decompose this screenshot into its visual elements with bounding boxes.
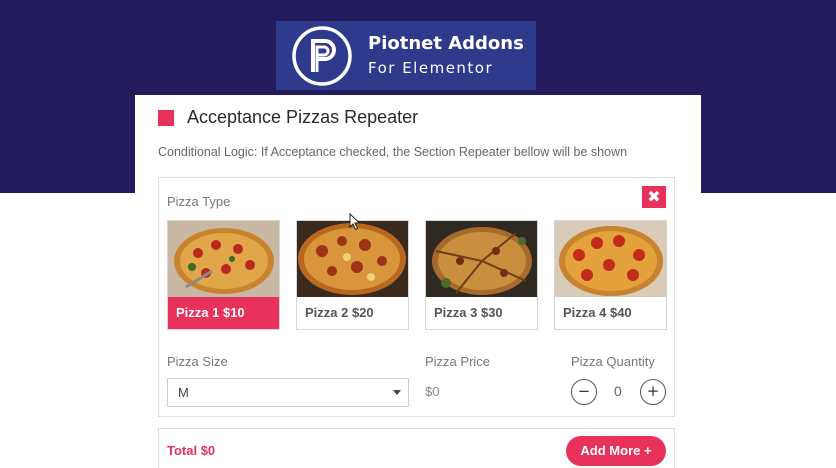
pizza-1-image	[168, 221, 279, 297]
heading-marker-icon	[158, 109, 174, 126]
pizza-price-value: $0	[425, 384, 440, 399]
pizza-price-label: Pizza Price	[425, 354, 491, 369]
brand-logo-block: Piotnet Addons For Elementor	[276, 21, 536, 90]
conditional-logic-note: Conditional Logic: If Acceptance checked…	[158, 145, 628, 159]
pizza-option-2[interactable]: Pizza 2 $20	[296, 220, 409, 330]
quantity-decrease-button[interactable]: −	[571, 379, 597, 405]
quantity-value[interactable]: 0	[614, 383, 622, 399]
mouse-cursor-icon	[349, 213, 361, 231]
pizza-4-image	[555, 221, 666, 297]
pizza-3-image	[426, 221, 537, 297]
quantity-increase-button[interactable]: +	[640, 379, 666, 405]
add-more-button[interactable]: Add More +	[566, 436, 666, 466]
pizza-quantity-label: Pizza Quantity	[571, 354, 655, 369]
section-repeater: ✖ Pizza Type Pizza 1 $10 Pizza 2 $20 Piz…	[158, 177, 675, 417]
chevron-down-icon	[393, 390, 401, 395]
section-title: Acceptance Pizzas Repeater	[187, 107, 419, 127]
pizza-3-label: Pizza 3 $30	[434, 305, 503, 320]
form-card: Acceptance Pizzas Repeater Conditional L…	[135, 95, 701, 468]
brand-title: Piotnet Addons	[368, 33, 524, 54]
pizza-1-label: Pizza 1 $10	[168, 297, 279, 329]
total-amount: Total $0	[167, 443, 216, 458]
pizza-option-3[interactable]: Pizza 3 $30	[425, 220, 538, 330]
pizza-size-label: Pizza Size	[167, 354, 228, 369]
remove-repeater-button[interactable]: ✖	[642, 186, 666, 208]
pizza-size-select[interactable]: M	[167, 378, 409, 407]
pizza-2-label: Pizza 2 $20	[305, 305, 374, 320]
pizza-type-label: Pizza Type	[167, 194, 231, 209]
pizza-option-4[interactable]: Pizza 4 $40	[554, 220, 667, 330]
form-footer: Total $0 Add More +	[158, 428, 675, 468]
pizza-size-value: M	[178, 385, 189, 400]
piotnet-logo-icon	[292, 25, 352, 86]
section-heading: Acceptance Pizzas Repeater	[158, 107, 418, 128]
brand-subtitle: For Elementor	[368, 59, 494, 77]
pizza-4-label: Pizza 4 $40	[563, 305, 632, 320]
pizza-2-image	[297, 221, 408, 297]
pizza-option-1[interactable]: Pizza 1 $10	[167, 220, 280, 330]
